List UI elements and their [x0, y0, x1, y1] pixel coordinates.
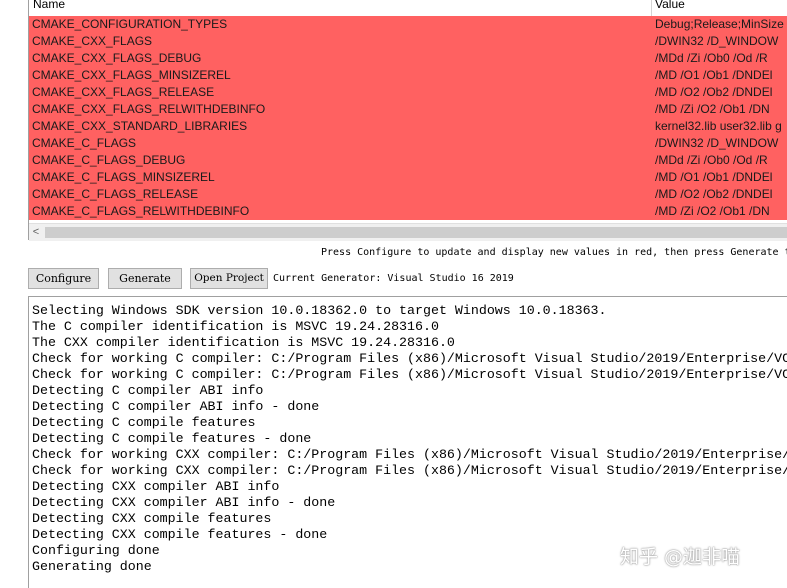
table-row[interactable]: CMAKE_C_FLAGS_DEBUG/MDd /Zi /Ob0 /Od /R: [29, 152, 787, 169]
scroll-left-icon[interactable]: <: [29, 224, 43, 241]
column-header-value[interactable]: Value: [655, 0, 685, 11]
configure-button[interactable]: Configure: [28, 268, 99, 289]
output-line: Check for working CXX compiler: C:/Progr…: [32, 463, 787, 478]
cache-entry-name: CMAKE_CXX_FLAGS_RELWITHDEBINFO: [32, 102, 266, 116]
table-row[interactable]: CMAKE_CONFIGURATION_TYPES Debug;Release;M…: [29, 16, 787, 33]
cache-entry-value[interactable]: /MD /O1 /Ob1 /DNDEl: [655, 170, 787, 184]
table-row[interactable]: CMAKE_CXX_FLAGS_MINSIZEREL/MD /O1 /Ob1 /…: [29, 67, 787, 84]
cache-entry-name: CMAKE_CXX_FLAGS: [32, 34, 153, 48]
output-line: Check for working C compiler: C:/Program…: [32, 367, 787, 382]
cache-entry-value[interactable]: /DWIN32 /D_WINDOW: [655, 136, 787, 150]
output-line: Selecting Windows SDK version 10.0.18362…: [32, 303, 607, 318]
table-header: Name Value: [29, 0, 787, 17]
output-line: Detecting CXX compiler ABI info - done: [32, 495, 336, 510]
output-line: Generating done: [32, 559, 152, 574]
cache-entry-value[interactable]: /MD /O1 /Ob1 /DNDEl: [655, 68, 787, 82]
output-line: Detecting CXX compile features - done: [32, 527, 328, 542]
cache-entry-value[interactable]: /MD /Zi /O2 /Ob1 /DN: [655, 204, 787, 218]
table-row[interactable]: CMAKE_CXX_FLAGS/DWIN32 /D_WINDOW: [29, 33, 787, 50]
column-divider[interactable]: [651, 0, 652, 16]
output-line: Detecting C compiler ABI info: [32, 383, 264, 398]
cache-entry-name: CMAKE_CXX_FLAGS_RELEASE: [32, 85, 215, 99]
configure-hint: Press Configure to update and display ne…: [321, 247, 787, 258]
table-row[interactable]: CMAKE_C_FLAGS_MINSIZEREL/MD /O1 /Ob1 /DN…: [29, 169, 787, 186]
cache-entry-value[interactable]: /MD /O2 /Ob2 /DNDEl: [655, 85, 787, 99]
output-line: Detecting CXX compile features: [32, 511, 272, 526]
cache-entry-name: CMAKE_C_FLAGS_RELWITHDEBINFO: [32, 204, 250, 218]
cache-entry-value[interactable]: /DWIN32 /D_WINDOW: [655, 34, 787, 48]
cache-entry-name: CMAKE_C_FLAGS_RELEASE: [32, 187, 199, 201]
table-row[interactable]: CMAKE_C_FLAGS_RELWITHDEBINFO/MD /Zi /O2 …: [29, 203, 787, 220]
cache-entry-name: CMAKE_CXX_FLAGS_DEBUG: [32, 51, 202, 65]
cache-entry-name: CMAKE_C_FLAGS_MINSIZEREL: [32, 170, 215, 184]
table-row[interactable]: CMAKE_C_FLAGS_RELEASE/MD /O2 /Ob2 /DNDEl: [29, 186, 787, 203]
scrollbar-thumb[interactable]: [45, 227, 787, 238]
horizontal-scrollbar[interactable]: <: [29, 223, 787, 241]
table-rows: CMAKE_CONFIGURATION_TYPES Debug;Release;M…: [29, 16, 787, 223]
cache-entry-value[interactable]: /MD /O2 /Ob2 /DNDEl: [655, 187, 787, 201]
output-line: Check for working C compiler: C:/Program…: [32, 351, 787, 366]
output-line: Check for working CXX compiler: C:/Progr…: [32, 447, 787, 462]
output-line: Detecting CXX compiler ABI info: [32, 479, 280, 494]
cache-entry-value[interactable]: /MDd /Zi /Ob0 /Od /R: [655, 51, 787, 65]
output-line: Detecting C compiler ABI info - done: [32, 399, 320, 414]
cache-entry-name: CMAKE_CONFIGURATION_TYPES: [32, 17, 228, 31]
cache-entry-value[interactable]: Debug;Release;MinSize: [655, 17, 787, 31]
table-row[interactable]: CMAKE_CXX_STANDARD_LIBRARIES kernel32.lib…: [29, 118, 787, 135]
cache-entry-name: CMAKE_C_FLAGS_DEBUG: [32, 153, 186, 167]
cache-entry-value[interactable]: kernel32.lib user32.lib g: [655, 119, 787, 133]
cache-entry-value[interactable]: /MDd /Zi /Ob0 /Od /R: [655, 153, 787, 167]
watermark: 知乎 @迦非喵: [620, 546, 741, 568]
output-line: Detecting C compile features: [32, 415, 256, 430]
output-line: Detecting C compile features - done: [32, 431, 312, 446]
cache-entry-value[interactable]: /MD /Zi /O2 /Ob1 /DN: [655, 102, 787, 116]
table-row[interactable]: CMAKE_CXX_FLAGS_RELEASE/MD /O2 /Ob2 /DND…: [29, 84, 787, 101]
cache-entry-name: CMAKE_C_FLAGS: [32, 136, 137, 150]
current-generator-label: Current Generator: Visual Studio 16 2019: [273, 273, 514, 284]
open-project-button[interactable]: Open Project: [190, 268, 268, 289]
cache-entry-name: CMAKE_CXX_FLAGS_MINSIZEREL: [32, 68, 231, 82]
table-row[interactable]: CMAKE_C_FLAGS/DWIN32 /D_WINDOW: [29, 135, 787, 152]
table-row[interactable]: CMAKE_CXX_FLAGS_RELWITHDEBINFO/MD /Zi /O…: [29, 101, 787, 118]
output-line: The CXX compiler identification is MSVC …: [32, 335, 455, 350]
generate-button[interactable]: Generate: [108, 268, 182, 289]
cache-entry-name: CMAKE_CXX_STANDARD_LIBRARIES: [32, 119, 248, 133]
output-line: Configuring done: [32, 543, 160, 558]
table-row[interactable]: CMAKE_CXX_FLAGS_DEBUG/MDd /Zi /Ob0 /Od /…: [29, 50, 787, 67]
cache-table[interactable]: Name Value CMAKE_CONFIGURATION_TYPES Debu…: [28, 0, 787, 241]
output-line: The C compiler identification is MSVC 19…: [32, 319, 439, 334]
column-header-name[interactable]: Name: [33, 0, 65, 11]
